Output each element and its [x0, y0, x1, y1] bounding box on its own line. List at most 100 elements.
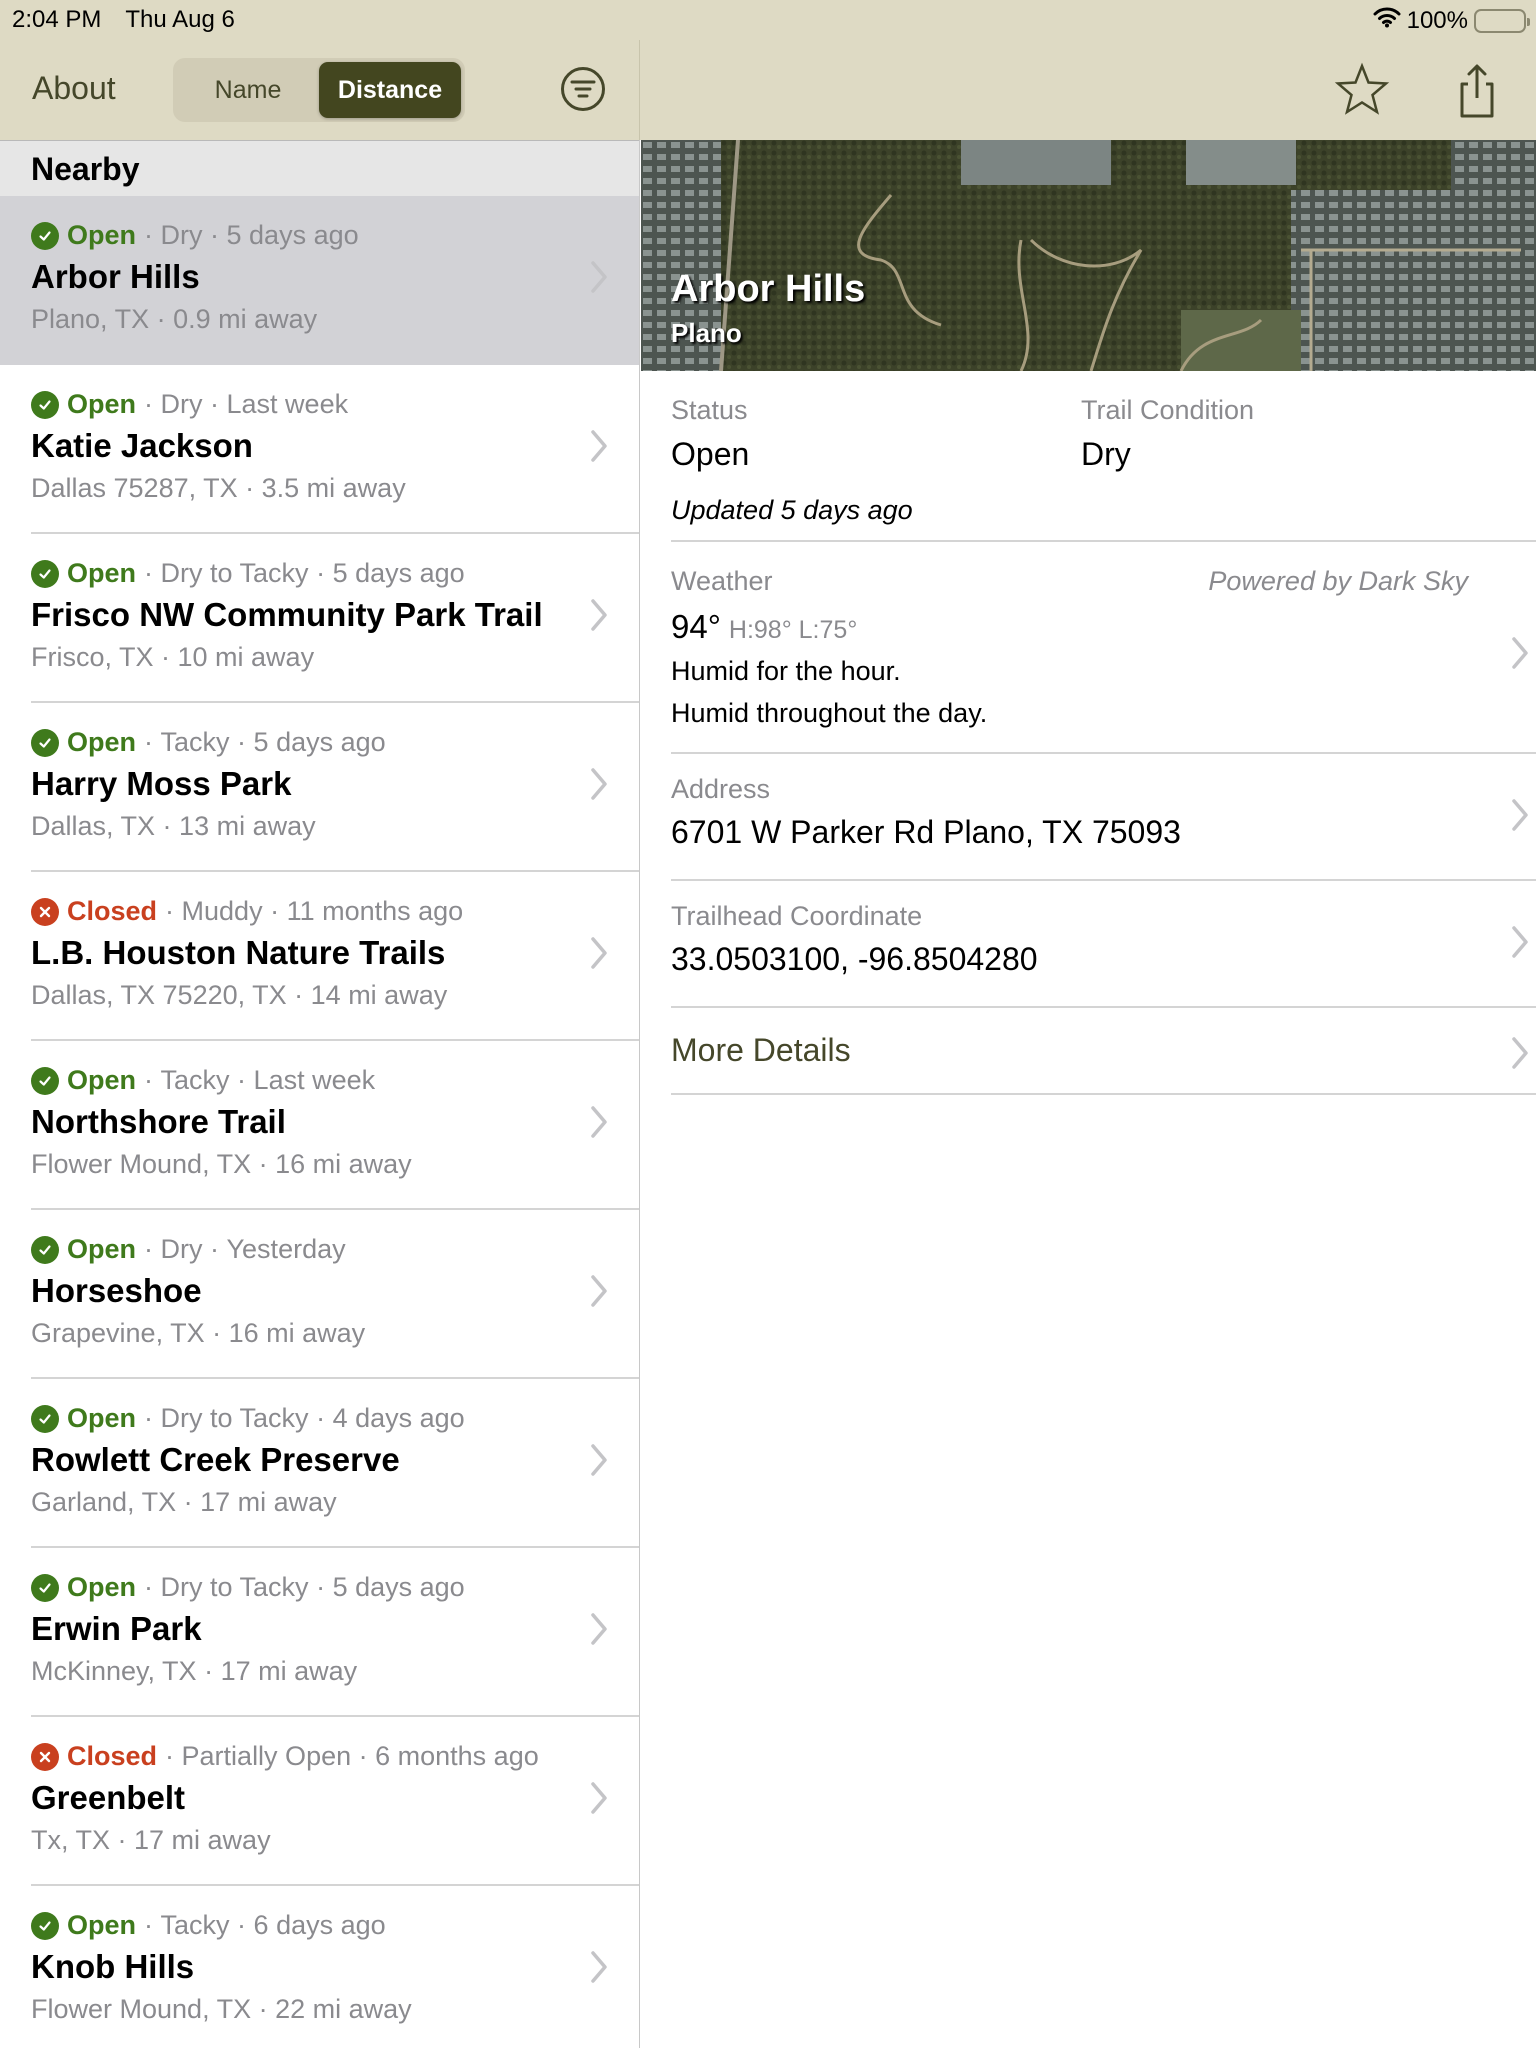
trail-name: Erwin Park [31, 1610, 202, 1647]
separator-dot: · [144, 727, 161, 757]
separator-dot: · [144, 1910, 161, 1940]
trail-location: Frisco, TX [31, 642, 154, 672]
trail-rows: Open · Dry · 5 days ago Arbor Hills Plano, … [0, 196, 639, 2048]
sort-by-distance[interactable]: Distance [319, 62, 461, 118]
trail-status-line: Closed · Muddy · 11 months ago [31, 896, 463, 927]
sort-segmented-control: Name Distance [173, 58, 465, 122]
trail-location-line: Dallas 75287, TX · 3.5 mi away [31, 473, 406, 504]
trail-name: L.B. Houston Nature Trails [31, 934, 446, 971]
separator-dot: · [229, 1065, 254, 1095]
weather-hour-summary: Humid for the hour. [671, 656, 901, 686]
satellite-image [641, 140, 1536, 371]
trailhead-coordinate-row[interactable]: Trailhead Coordinate 33.0503100, -96.850… [671, 881, 1536, 1008]
separator-dot: · [308, 1403, 333, 1433]
share-icon [1460, 64, 1494, 118]
battery-icon [1474, 8, 1530, 33]
trail-list-item[interactable]: Open · Dry to Tacky · 4 days ago Rowlett C… [0, 1379, 639, 1548]
trail-status: Closed [67, 1741, 158, 1771]
filter-button[interactable] [560, 66, 606, 112]
battery-percent: 100% [1406, 6, 1468, 34]
trail-status-line: Open · Dry to Tacky · 5 days ago [31, 1572, 465, 1603]
trail-condition-value: Dry [1081, 436, 1131, 472]
trail-status: Closed [67, 896, 158, 926]
trail-updated: 5 days ago [253, 727, 386, 757]
share-button[interactable] [1446, 60, 1508, 122]
weather-row[interactable]: Weather Powered by Dark Sky 94° H:98° L:… [671, 542, 1536, 754]
status-label: Status [671, 395, 748, 425]
trail-distance: 10 mi away [177, 642, 315, 672]
trail-status: Open [67, 220, 137, 250]
trail-list-item[interactable]: Open · Dry to Tacky · 5 days ago Erwin Par… [0, 1548, 639, 1717]
more-details-row[interactable]: More Details [671, 1008, 1536, 1095]
updated-text: Updated 5 days ago [671, 495, 913, 525]
top-bar: 2:04 PM Thu Aug 6 100% About Name Distan… [0, 0, 1536, 140]
temperature-line: 94° H:98° L:75° [671, 608, 857, 646]
trail-location: Flower Mound, TX [31, 1149, 252, 1179]
status-value: Open [671, 436, 750, 472]
app-root: 2:04 PM Thu Aug 6 100% About Name Distan… [0, 0, 1536, 2048]
favorite-button[interactable] [1331, 60, 1393, 122]
trail-list-item[interactable]: Open · Dry · Yesterday Horseshoe Grapevine,… [0, 1210, 639, 1379]
chevron-right-icon [591, 1106, 607, 1138]
trail-status: Open [67, 727, 137, 757]
separator-dot: · [144, 220, 161, 250]
chevron-right-icon [591, 1444, 607, 1476]
trail-list-item[interactable]: Open · Dry · 5 days ago Arbor Hills Plano, … [0, 196, 639, 365]
trail-condition: Dry to Tacky [160, 1572, 309, 1602]
trail-location: Tx, TX [31, 1825, 111, 1855]
separator-dot: · [144, 558, 161, 588]
trail-location-line: Dallas, TX · 13 mi away [31, 811, 316, 842]
wifi-icon [1373, 6, 1401, 35]
status-section: Status Open Trail Condition Dry Updated … [671, 371, 1536, 542]
trail-list-item[interactable]: Closed · Muddy · 11 months ago L.B. Housto… [0, 872, 639, 1041]
trail-condition: Dry [160, 389, 203, 419]
status-date: Thu Aug 6 [125, 6, 235, 33]
trail-satellite-header: Arbor Hills Plano [641, 140, 1536, 371]
trail-list-item[interactable]: Open · Tacky · Last week Northshore Trail F… [0, 1041, 639, 1210]
trail-distance: 0.9 mi away [173, 304, 318, 334]
status-bar-right: 100% [1373, 6, 1530, 35]
trail-status-line: Open · Dry · Yesterday [31, 1234, 346, 1265]
detail-subtitle: Plano [671, 318, 742, 348]
trail-status-line: Open · Tacky · 5 days ago [31, 727, 386, 758]
address-row[interactable]: Address 6701 W Parker Rd Plano, TX 75093 [671, 754, 1536, 881]
checkmark-circle-icon [31, 1235, 59, 1264]
trail-list-item[interactable]: Open · Dry · Last week Katie Jackson Dallas… [0, 365, 639, 534]
sort-by-name[interactable]: Name [177, 62, 319, 118]
trail-updated: Last week [253, 1065, 376, 1095]
checkmark-circle-icon [31, 1573, 59, 1602]
trail-list-item[interactable]: Closed · Partially Open · 6 months ago Gre… [0, 1717, 639, 1886]
trail-status-line: Open · Dry · Last week [31, 389, 348, 420]
star-icon [1334, 62, 1390, 115]
separator-dot: · [262, 896, 287, 926]
chevron-right-icon [591, 430, 607, 462]
trail-distance: 3.5 mi away [261, 473, 406, 503]
about-button[interactable]: About [32, 70, 116, 107]
trail-list-item[interactable]: Open · Tacky · 5 days ago Harry Moss Park D… [0, 703, 639, 872]
trail-status-line: Open · Dry · 5 days ago [31, 220, 359, 251]
trail-list-item[interactable]: Open · Tacky · 6 days ago Knob Hills Flower… [0, 1886, 639, 2048]
trail-name: Horseshoe [31, 1272, 202, 1309]
weather-label: Weather [671, 566, 773, 596]
separator-dot: · [110, 1825, 135, 1855]
separator-dot: · [229, 1910, 254, 1940]
trail-distance: 16 mi away [275, 1149, 412, 1179]
trail-distance: 17 mi away [200, 1487, 337, 1517]
checkmark-circle-icon [31, 1911, 59, 1940]
status-time: 2:04 PM [12, 6, 102, 33]
trail-condition: Tacky [160, 727, 230, 757]
trail-distance: 14 mi away [310, 980, 448, 1010]
filter-icon [561, 67, 605, 111]
trail-status-line: Open · Dry to Tacky · 4 days ago [31, 1403, 465, 1434]
status-bar-left: 2:04 PM Thu Aug 6 [12, 6, 235, 34]
trail-location-line: McKinney, TX · 17 mi away [31, 1656, 357, 1687]
trail-location: Dallas, TX 75220, TX [31, 980, 287, 1010]
detail-nav-bar [641, 40, 1536, 140]
high-low-temperature: H:98° L:75° [728, 616, 858, 644]
trail-location: Flower Mound, TX [31, 1994, 252, 2024]
trail-list: Nearby Open · Dry · 5 days ago Arbor Hills… [0, 140, 640, 2048]
separator-dot: · [251, 1994, 276, 2024]
x-circle-icon [31, 1742, 59, 1771]
trail-list-item[interactable]: Open · Dry to Tacky · 5 days ago Frisco NW… [0, 534, 639, 703]
trail-name: Harry Moss Park [31, 765, 292, 802]
